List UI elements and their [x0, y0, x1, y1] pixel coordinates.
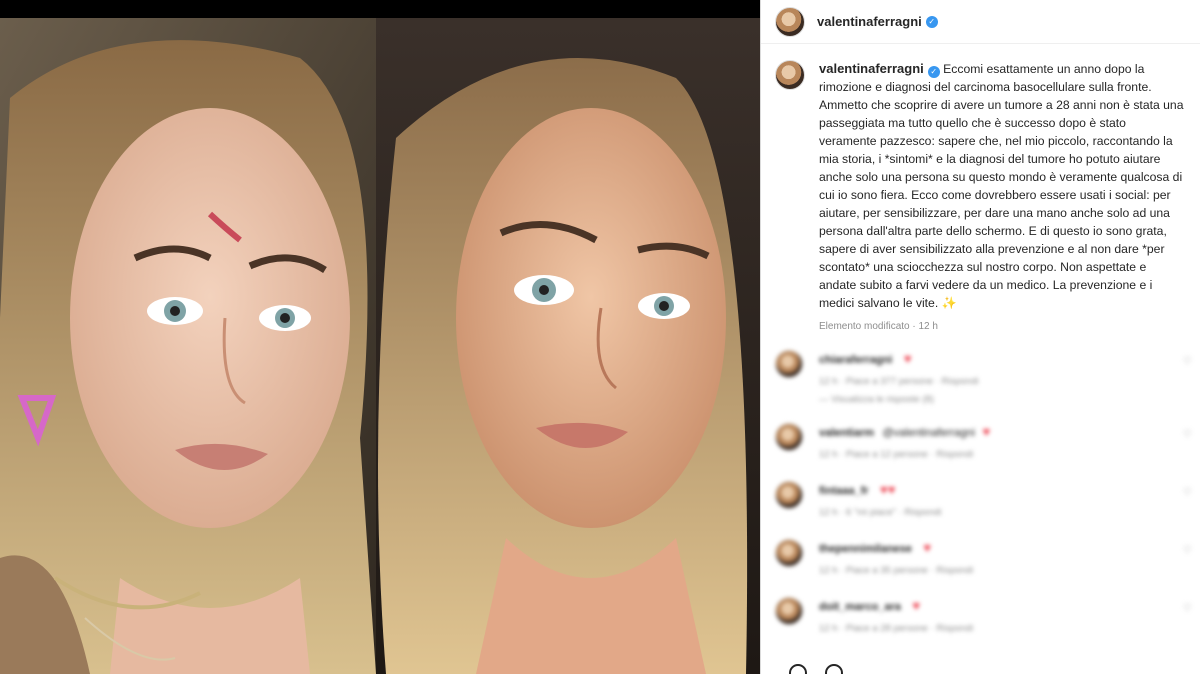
comment-meta[interactable]: 12 h · Piace a 377 persone · Rispondi [819, 376, 979, 387]
comment-username[interactable]: fintaaa_fr [819, 485, 869, 497]
comment-username[interactable]: doit_marco_ara [819, 601, 901, 613]
comment-item: valentiarm @valentinaferragni ♥ 12 h · P… [761, 423, 1200, 481]
caption-meta: Elemento modificato · 12 h [819, 321, 938, 332]
like-heart-icon[interactable]: ♡ [1183, 487, 1192, 498]
post-photo-after[interactable] [376, 18, 760, 674]
verified-badge-icon: ✓ [925, 15, 938, 28]
comment-username[interactable]: valentiarm [819, 427, 874, 439]
post-side-panel: valentinaferragni ✓ valentinaferragni ✓ E… [760, 0, 1200, 674]
action-bar [789, 664, 843, 674]
verified-badge-icon: ✓ [927, 66, 940, 78]
comment-item: fintaaa_fr ♥♥ 12 h · 6 "mi piace" · Risp… [761, 481, 1200, 539]
comment-avatar[interactable] [775, 350, 803, 378]
heart-emoji: ♥ [923, 540, 932, 555]
heart-emoji: ♥ [912, 598, 921, 613]
comment-meta[interactable]: 12 h · Piace a 12 persone · Rispondi [819, 449, 990, 460]
comment-avatar[interactable] [775, 423, 803, 451]
selfie-illustration-left [0, 18, 376, 674]
comment-item: doit_marco_ara ♥ 12 h · Piace a 28 perso… [761, 597, 1200, 655]
selfie-illustration-right [376, 18, 760, 674]
post-header: valentinaferragni ✓ [761, 0, 1200, 44]
comment-username[interactable]: chiaraferragni [819, 354, 892, 366]
heart-emoji: ♥ [982, 424, 991, 439]
comment-meta[interactable]: 12 h · 6 "mi piace" · Rispondi [819, 507, 941, 518]
like-icon[interactable] [789, 664, 807, 674]
like-heart-icon[interactable]: ♡ [1183, 356, 1192, 367]
edited-label: Elemento modificato [819, 321, 910, 332]
comment-avatar[interactable] [775, 539, 803, 567]
caption-block: valentinaferragni ✓ Eccomi esattamente un… [761, 44, 1200, 336]
like-heart-icon[interactable]: ♡ [1183, 603, 1192, 614]
comment-meta[interactable]: 12 h · Piace a 28 persone · Rispondi [819, 623, 973, 634]
caption-username[interactable]: valentinaferragni [819, 61, 924, 76]
comments-list: chiaraferragni ♥ 12 h · Piace a 377 pers… [761, 350, 1200, 655]
comment-avatar[interactable] [775, 597, 803, 625]
comment-text: @valentinaferragni [882, 427, 975, 439]
heart-emoji: ♥♥ [879, 482, 896, 497]
like-heart-icon[interactable]: ♡ [1183, 545, 1192, 556]
view-replies-link[interactable]: — Visualizza le risposte (8) [819, 394, 1200, 405]
like-heart-icon[interactable]: ♡ [1183, 429, 1192, 440]
comment-icon[interactable] [825, 664, 843, 674]
header-username[interactable]: valentinaferragni [817, 14, 922, 29]
comment-avatar[interactable] [775, 481, 803, 509]
avatar[interactable] [775, 6, 805, 37]
top-black-bar [0, 0, 760, 18]
post-photo-before[interactable] [0, 18, 376, 674]
post-time[interactable]: 12 h [919, 321, 938, 332]
comment-username[interactable]: thepennimilanese [819, 543, 912, 555]
caption-avatar[interactable] [775, 60, 805, 90]
heart-emoji: ♥ [903, 351, 912, 366]
caption: valentinaferragni ✓ Eccomi esattamente un… [819, 60, 1186, 336]
caption-body: Eccomi esattamente un anno dopo la rimoz… [819, 62, 1184, 310]
comment-meta[interactable]: 12 h · Piace a 35 persone · Rispondi [819, 565, 973, 576]
comment-item: thepennimilanese ♥ 12 h · Piace a 35 per… [761, 539, 1200, 597]
